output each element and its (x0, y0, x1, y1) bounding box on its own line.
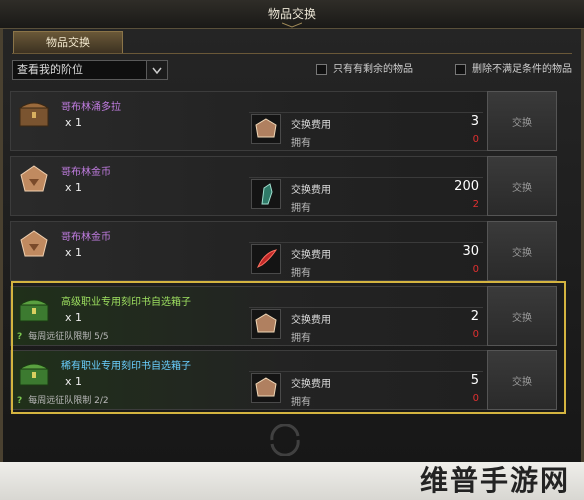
help-icon[interactable]: ? (17, 396, 22, 406)
cost-value: 5 (470, 373, 479, 388)
tab-underline (12, 53, 572, 54)
only-remaining-checkbox[interactable]: 只有有剩余的物品 (316, 63, 413, 77)
exchange-row: 哥布林涌多拉 x 1 交换费用 拥有 3 0 交换 (10, 91, 557, 151)
item-quantity: x 1 (65, 116, 83, 129)
relic-statue-icon (261, 183, 273, 205)
item-quantity: x 1 (65, 311, 83, 324)
tier-select-value: 查看我的阶位 (17, 63, 83, 76)
owned-label: 拥有 (291, 333, 311, 344)
owned-value: 0 (472, 264, 479, 275)
exchange-button[interactable]: 交换 (487, 156, 557, 216)
item-name: 哥布林金币 (61, 167, 111, 178)
exchange-row: 高级职业专用刻印书自选箱子 x 1 ? 每周远征队限制 5/5 交换费用 拥有 2… (10, 286, 557, 346)
refresh-emblem-icon (270, 424, 300, 456)
weekly-limit: ? 每周远征队限制 5/5 (17, 329, 109, 342)
checkbox-box[interactable] (316, 63, 327, 75)
item-quantity: x 1 (65, 181, 83, 194)
green-chest-icon (18, 299, 50, 322)
owned-value: 0 (472, 329, 479, 340)
tab-label: 物品交换 (46, 36, 90, 49)
owned-label: 拥有 (291, 203, 311, 214)
weekly-limit: ? 每周远征队限制 2/2 (17, 393, 109, 406)
green-chest-icon (18, 363, 50, 386)
cost-value: 30 (462, 244, 479, 259)
exchange-button[interactable]: 交换 (487, 350, 557, 410)
checkbox-box[interactable] (455, 63, 466, 75)
chevron-down-icon[interactable] (146, 61, 167, 79)
cost-value: 2 (470, 309, 479, 324)
hide-unmet-checkbox[interactable]: 删除不满足条件的物品 (455, 63, 572, 77)
treasure-chest-icon (18, 102, 50, 127)
item-name: 哥布林金币 (61, 232, 111, 243)
row-divider (249, 371, 483, 372)
weekly-limit-text: 每周远征队限制 2/2 (28, 396, 109, 406)
watermark-logo: 维普手游网 (419, 464, 570, 497)
tier-select[interactable]: 查看我的阶位 (12, 60, 168, 80)
owned-label: 拥有 (291, 138, 311, 149)
item-quantity: x 1 (65, 375, 83, 388)
cost-label: 交换费用 (291, 379, 331, 390)
item-name: 高级职业专用刻印书自选箱子 (61, 297, 191, 308)
title-ornament-icon (282, 22, 302, 28)
exchange-button[interactable]: 交换 (487, 221, 557, 281)
cost-value: 3 (470, 114, 479, 129)
cost-value: 200 (454, 179, 479, 194)
exchange-row: 哥布林金币 x 1 交换费用 拥有 200 2 交换 (10, 156, 557, 216)
cost-label: 交换费用 (291, 185, 331, 196)
coin-slot (251, 114, 281, 144)
window-title: 物品交换 (267, 7, 316, 21)
row-divider (249, 112, 483, 113)
weekly-limit-text: 每周远征队限制 5/5 (28, 332, 109, 342)
item-name: 哥布林涌多拉 (61, 102, 121, 113)
exchange-list: 哥布林涌多拉 x 1 交换费用 拥有 3 0 交换 哥布林金币 x 1 交换费用… (10, 86, 570, 416)
owned-value: 0 (472, 134, 479, 145)
material-slot (251, 179, 281, 209)
exchange-row: 稀有职业专用刻印书自选箱子 x 1 ? 每周远征队限制 2/2 交换费用 拥有 5… (10, 350, 557, 410)
exchange-row: 哥布林金币 x 1 交换费用 拥有 30 0 交换 (10, 221, 557, 281)
owned-label: 拥有 (291, 268, 311, 279)
only-remaining-label: 只有有剩余的物品 (333, 64, 413, 75)
coin-slot (251, 373, 281, 403)
help-icon[interactable]: ? (17, 332, 22, 342)
goblin-coin-icon (255, 118, 277, 138)
material-slot (251, 244, 281, 274)
row-divider (249, 177, 483, 178)
row-divider (249, 242, 483, 243)
goblin-coin-icon (255, 313, 277, 333)
owned-label: 拥有 (291, 397, 311, 408)
row-divider (249, 307, 483, 308)
hide-unmet-label: 删除不满足条件的物品 (472, 64, 572, 75)
exchange-button[interactable]: 交换 (487, 286, 557, 346)
cost-label: 交换费用 (291, 120, 331, 131)
cost-label: 交换费用 (291, 250, 331, 261)
exchange-button[interactable]: 交换 (487, 91, 557, 151)
goblin-coin-icon (255, 377, 277, 397)
tab-item-exchange[interactable]: 物品交换 (13, 31, 123, 54)
goblin-coin-icon (20, 230, 48, 257)
cost-label: 交换费用 (291, 315, 331, 326)
goblin-coin-icon (20, 165, 48, 192)
owned-value: 0 (472, 393, 479, 404)
owned-value: 2 (472, 199, 479, 210)
item-quantity: x 1 (65, 246, 83, 259)
red-feather-icon (257, 249, 278, 269)
coin-slot (251, 309, 281, 339)
item-name: 稀有职业专用刻印书自选箱子 (61, 361, 191, 372)
